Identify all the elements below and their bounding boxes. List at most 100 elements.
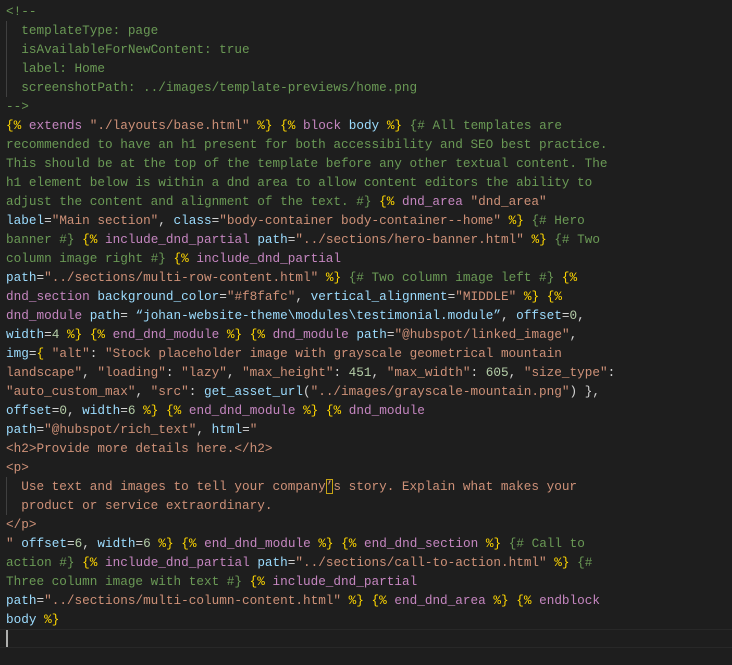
code-token: end_dnd_module: [188, 403, 296, 418]
code-line[interactable]: </p>: [0, 515, 732, 534]
code-line[interactable]: screenshotPath: ../images/template-previ…: [0, 78, 732, 97]
code-token: "@hubspot/linked_image": [394, 327, 570, 342]
code-token: %}: [386, 118, 403, 133]
code-token: "max_height": [242, 365, 334, 380]
code-token: -->: [6, 99, 29, 114]
code-token: "../sections/call-to-action.html": [295, 555, 547, 570]
code-token: ,: [135, 384, 151, 399]
code-token: %}: [44, 612, 60, 627]
code-line[interactable]: path="@hubspot/rich_text", html=": [0, 420, 732, 439]
code-line[interactable]: dnd_module path= “johan-website-theme\mo…: [0, 306, 732, 325]
code-line[interactable]: -->: [0, 97, 732, 116]
code-token: {# Two column image left #}: [348, 270, 555, 285]
code-line[interactable]: templateType: page: [0, 21, 732, 40]
code-token: =: [135, 536, 144, 551]
code-token: {%: [379, 194, 395, 209]
code-line[interactable]: Use text and images to tell your company…: [0, 477, 732, 496]
code-token: width: [6, 327, 45, 342]
code-line[interactable]: Three column image with text #} {% inclu…: [0, 572, 732, 591]
code-token: label: Home: [6, 61, 105, 76]
code-token: "Stock placeholder image with grayscale …: [105, 346, 562, 361]
code-token: s story. Explain what makes your: [333, 479, 578, 494]
code-line[interactable]: body %}: [0, 610, 732, 629]
code-line[interactable]: action #} {% include_dnd_partial path=".…: [0, 553, 732, 572]
code-line[interactable]: " offset=6, width=6 %} {% end_dnd_module…: [0, 534, 732, 553]
code-line[interactable]: <!--: [0, 2, 732, 21]
code-token: dnd_section: [6, 289, 90, 304]
code-token: <h2>Provide more details here.</h2>: [6, 441, 273, 456]
code-line[interactable]: img={ "alt": "Stock placeholder image wi…: [0, 344, 732, 363]
code-token: recommended to have an h1 present for bo…: [6, 137, 608, 152]
code-token: 451: [348, 365, 372, 380]
code-token: ,: [226, 365, 243, 380]
code-editor[interactable]: <!-- templateType: page isAvailableForNe…: [0, 0, 732, 665]
code-line[interactable]: {% extends "./layouts/base.html" %} {% b…: [0, 116, 732, 135]
code-line[interactable]: landscape", "loading": "lazy", "max_heig…: [0, 363, 732, 382]
code-token: =: [44, 327, 52, 342]
code-line[interactable]: "auto_custom_max", "src": get_asset_url(…: [0, 382, 732, 401]
code-token: endblock: [539, 593, 601, 608]
code-token: %}: [158, 536, 174, 551]
code-token: {%: [82, 232, 98, 247]
code-token: {# Two: [554, 232, 600, 247]
code-token: 6: [127, 403, 136, 418]
code-line[interactable]: path="../sections/multi-column-content.h…: [0, 591, 732, 610]
code-line[interactable]: This should be at the top of the templat…: [0, 154, 732, 173]
code-line[interactable]: recommended to have an h1 present for bo…: [0, 135, 732, 154]
code-token: %}: [554, 555, 570, 570]
code-line[interactable]: adjust the content and alignment of the …: [0, 192, 732, 211]
code-line[interactable]: dnd_section background_color="#f8fafc", …: [0, 287, 732, 306]
code-line[interactable]: h1 element below is within a dnd area to…: [0, 173, 732, 192]
code-token: img: [6, 346, 29, 361]
code-token: =: [242, 422, 250, 437]
code-token: "../sections/hero-banner.html": [295, 232, 524, 247]
code-token: "../images/grayscale-mountain.png": [310, 384, 570, 399]
code-line[interactable]: label: Home: [0, 59, 732, 78]
code-token: vertical_alignment: [310, 289, 448, 304]
code-token: background_color: [97, 289, 220, 304]
code-line[interactable]: label="Main section", class="body-contai…: [0, 211, 732, 230]
code-token: ,: [158, 213, 174, 228]
code-token: {%: [173, 251, 189, 266]
code-token: =: [44, 213, 52, 228]
code-token: include_dnd_partial: [105, 232, 250, 247]
code-line[interactable]: [0, 629, 732, 648]
code-token: "@hubspot/rich_text": [44, 422, 197, 437]
code-line[interactable]: width=4 %} {% end_dnd_module %} {% dnd_m…: [0, 325, 732, 344]
code-line[interactable]: path="../sections/multi-row-content.html…: [0, 268, 732, 287]
code-line[interactable]: offset=0, width=6 %} {% end_dnd_module %…: [0, 401, 732, 420]
code-line[interactable]: banner #} {% include_dnd_partial path=".…: [0, 230, 732, 249]
code-token: include_dnd_partial: [105, 555, 250, 570]
code-token: <p>: [6, 460, 29, 475]
code-line[interactable]: column image right #} {% include_dnd_par…: [0, 249, 732, 268]
code-line[interactable]: <h2>Provide more details here.</h2>: [0, 439, 732, 458]
code-token: "../sections/multi-row-content.html": [44, 270, 319, 285]
code-line[interactable]: isAvailableForNewContent: true: [0, 40, 732, 59]
code-token: {# All templates are: [409, 118, 562, 133]
code-token: {#: [577, 555, 593, 570]
code-token: ,: [508, 365, 524, 380]
code-token: {%: [181, 536, 197, 551]
code-token: "Main section": [51, 213, 159, 228]
code-token: html: [211, 422, 243, 437]
code-token: get_asset_url: [203, 384, 303, 399]
code-line[interactable]: product or service extraordinary.: [0, 496, 732, 515]
code-line[interactable]: <p>: [0, 458, 732, 477]
code-token: Use text and images to tell your company: [6, 479, 326, 494]
